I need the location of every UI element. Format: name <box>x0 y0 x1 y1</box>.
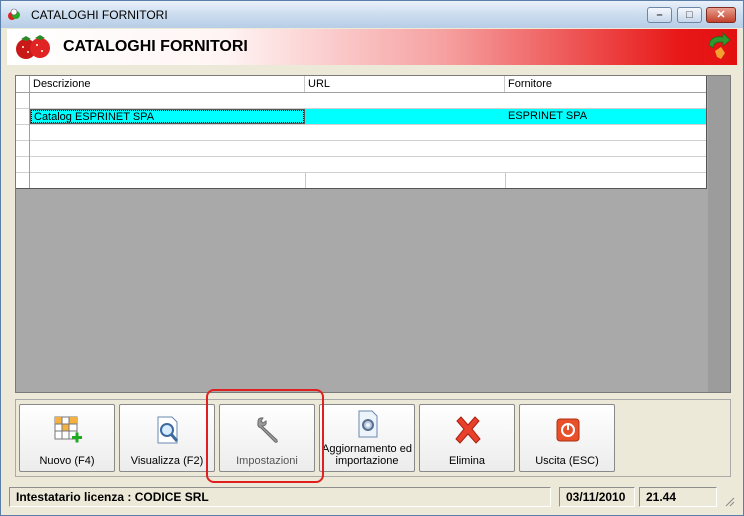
status-time: 21.44 <box>639 487 717 507</box>
row-indicator <box>16 141 30 157</box>
view-button[interactable]: Visualizza (F2) <box>119 404 215 472</box>
minimize-button[interactable]: – <box>647 7 672 23</box>
column-divider <box>505 173 506 188</box>
minimize-icon: – <box>656 9 663 21</box>
column-header-url[interactable]: URL <box>305 76 505 92</box>
close-icon: ✕ <box>716 9 726 21</box>
cell-descrizione[interactable]: Catalog ESPRINET SPA <box>30 109 305 124</box>
grid-add-icon <box>54 416 82 443</box>
column-header-fornitore[interactable]: Fornitore <box>505 76 706 92</box>
magnifier-document-icon <box>157 416 179 444</box>
table-row[interactable] <box>16 157 706 173</box>
wrench-icon <box>257 417 278 443</box>
new-button[interactable]: Nuovo (F4) <box>19 404 115 472</box>
row-indicator <box>16 125 30 141</box>
catalog-window: CATALOGHI FORNITORI – □ ✕ CATALOGHI FORN… <box>0 0 744 516</box>
document-gear-icon <box>358 410 378 438</box>
strawberry-logo-icon <box>16 35 50 59</box>
catalog-grid[interactable]: Descrizione URL Fornitore Catalog ESPRIN… <box>16 76 707 189</box>
delete-button-label: Elimina <box>448 455 486 467</box>
update-import-button-label: Aggiornamento ed importazione <box>322 443 412 467</box>
maximize-button[interactable]: □ <box>677 7 702 23</box>
exit-button-label: Uscita (ESC) <box>535 455 599 467</box>
table-row[interactable] <box>16 125 706 141</box>
row-indicator <box>16 93 30 109</box>
grid-header: Descrizione URL Fornitore <box>16 76 706 93</box>
vertical-scrollbar[interactable] <box>708 76 730 392</box>
maximize-icon: □ <box>686 9 693 21</box>
row-indicator <box>16 157 30 173</box>
update-import-button[interactable]: Aggiornamento ed importazione <box>319 404 415 472</box>
close-button[interactable]: ✕ <box>706 7 736 23</box>
cell-fornitore[interactable]: ESPRINET SPA <box>505 109 706 124</box>
row-indicator-header <box>16 76 30 92</box>
app-icon <box>8 8 20 20</box>
table-row[interactable] <box>16 173 706 189</box>
red-x-icon <box>455 416 481 444</box>
cell-url[interactable] <box>305 109 505 124</box>
table-row[interactable] <box>16 93 706 109</box>
toolbar: Nuovo (F4) Visualizza (F2) Impostazioni … <box>15 399 731 477</box>
view-button-label: Visualizza (F2) <box>130 455 204 467</box>
resize-grip-icon[interactable] <box>723 495 735 507</box>
title-bar[interactable]: CATALOGHI FORNITORI – □ ✕ <box>1 1 743 28</box>
table-row[interactable] <box>16 141 706 157</box>
exit-button[interactable]: Uscita (ESC) <box>519 404 615 472</box>
power-icon <box>556 418 580 442</box>
delete-button[interactable]: Elimina <box>419 404 515 472</box>
window-title: CATALOGHI FORNITORI <box>31 8 168 22</box>
exit-arrow-icon[interactable] <box>705 31 731 61</box>
page-title: CATALOGHI FORNITORI <box>63 38 248 55</box>
settings-button-label: Impostazioni <box>236 455 298 467</box>
status-date: 03/11/2010 <box>559 487 635 507</box>
settings-button[interactable]: Impostazioni <box>219 404 315 472</box>
status-bar: Intestatario licenza : CODICE SRL 03/11/… <box>7 485 737 509</box>
column-divider <box>305 173 306 188</box>
column-header-descrizione[interactable]: Descrizione <box>30 76 305 92</box>
table-row-selected[interactable]: Catalog ESPRINET SPA ESPRINET SPA <box>16 109 706 125</box>
grid-panel: Descrizione URL Fornitore Catalog ESPRIN… <box>15 75 731 393</box>
row-indicator <box>16 109 30 125</box>
license-holder: Intestatario licenza : CODICE SRL <box>9 487 551 507</box>
header-band: CATALOGHI FORNITORI <box>7 29 737 65</box>
new-button-label: Nuovo (F4) <box>39 455 95 467</box>
row-indicator <box>16 173 30 188</box>
